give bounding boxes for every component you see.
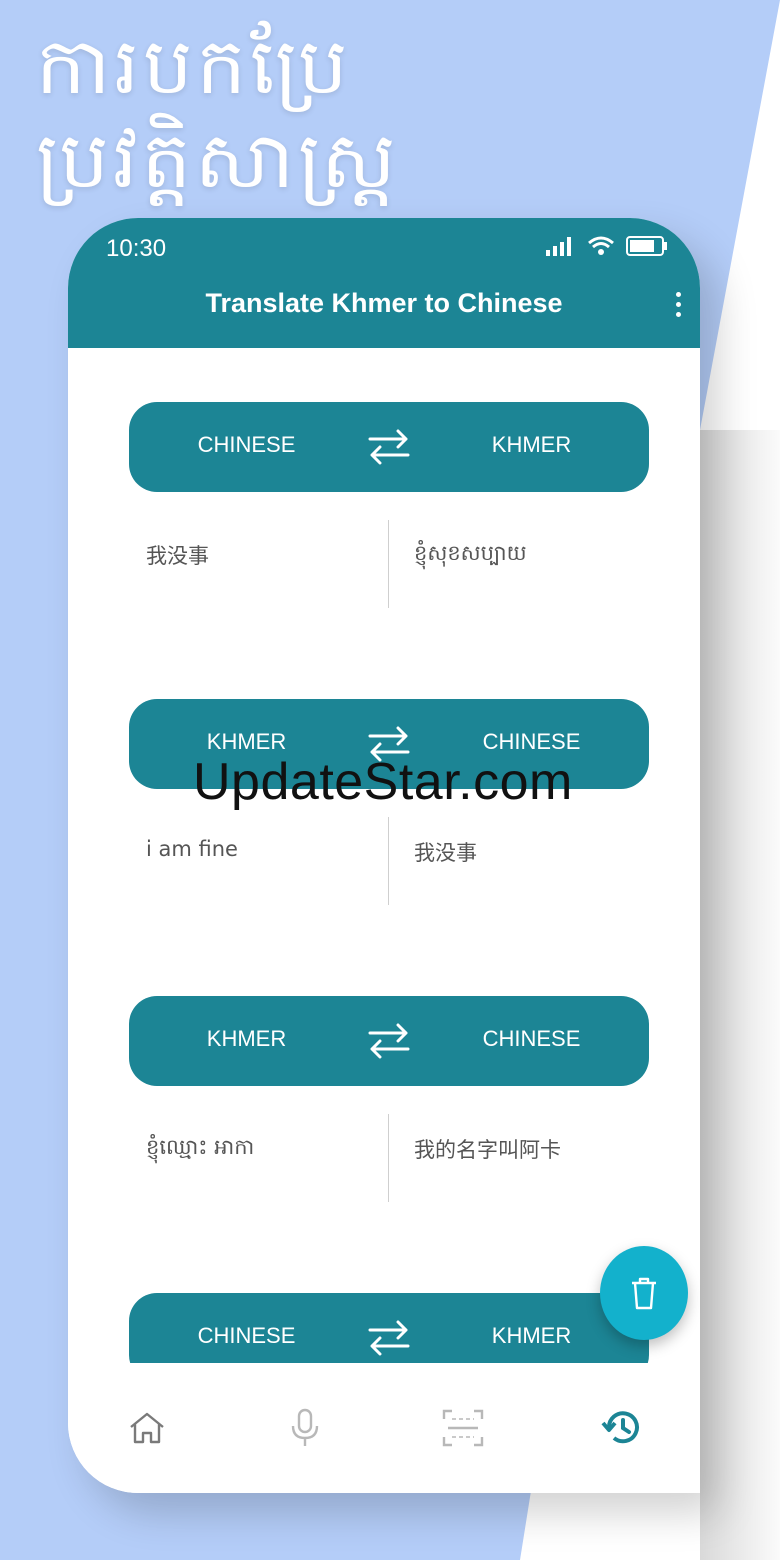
watermark: UpdateStar.com — [193, 753, 573, 811]
language-bar: CHINESE KHMER — [129, 402, 649, 492]
more-menu-icon[interactable] — [674, 292, 682, 320]
divider — [388, 520, 389, 608]
source-text: ខ្ញុំឈ្មោះ អាកា — [146, 1135, 255, 1159]
app-bar: 10:30 Translate Khmer to Chinese — [68, 218, 700, 348]
target-language: KHMER — [491, 432, 572, 457]
headline-line-1: ការបកប្រែ — [36, 22, 352, 112]
delete-history-button[interactable] — [600, 1246, 688, 1340]
history-item[interactable]: KHMER CHINESE ខ្ញុំឈ្មោះ អាកា 我的名字叫阿卡 — [68, 942, 700, 1239]
promo-headline: ការបកប្រែ ប្រវត្តិសាស្ត្រ — [36, 20, 736, 208]
bottom-navigation — [68, 1363, 700, 1493]
scan-icon — [442, 1409, 484, 1447]
history-icon — [601, 1411, 639, 1444]
status-time: 10:30 — [106, 235, 167, 262]
history-list: CHINESE KHMER 我没事 ខ្ញុំសុខសប្បាយ KHMER C… — [68, 348, 700, 1363]
swap-icon[interactable] — [366, 1317, 412, 1359]
microphone-icon — [291, 1408, 319, 1446]
language-bar: KHMER CHINESE — [129, 996, 649, 1086]
nav-home[interactable] — [107, 1388, 187, 1468]
source-text: i am fine — [146, 837, 238, 861]
battery-icon — [626, 236, 667, 256]
status-icons — [546, 236, 668, 256]
swap-icon[interactable] — [366, 426, 412, 468]
source-language: CHINESE — [197, 432, 296, 457]
source-language: KHMER — [206, 1026, 287, 1051]
home-icon — [130, 1412, 164, 1444]
target-language: CHINESE — [482, 1026, 581, 1051]
nav-voice[interactable] — [265, 1388, 345, 1468]
history-item[interactable]: CHINESE KHMER 我没事 ខ្ញុំសុខសប្បាយ — [68, 348, 700, 645]
translated-text: 我的名字叫阿卡 — [414, 1138, 561, 1162]
translated-text: ខ្ញុំសុខសប្បាយ — [414, 541, 527, 565]
language-bar: CHINESE KHMER — [129, 1293, 649, 1363]
nav-scan[interactable] — [423, 1388, 503, 1468]
signal-icon — [546, 237, 571, 256]
source-text: 我没事 — [146, 544, 209, 568]
swap-icon[interactable] — [366, 1020, 412, 1062]
background-shadow — [700, 430, 780, 1560]
source-language: CHINESE — [197, 1323, 296, 1348]
divider — [388, 1114, 389, 1202]
nav-history[interactable] — [581, 1388, 661, 1468]
headline-line-2: ប្រវត្តិសាស្ត្រ — [36, 116, 400, 206]
app-title: Translate Khmer to Chinese — [205, 288, 563, 318]
wifi-icon — [588, 236, 614, 255]
divider — [388, 817, 389, 905]
translated-text: 我没事 — [414, 841, 477, 865]
trash-icon — [632, 1277, 656, 1310]
